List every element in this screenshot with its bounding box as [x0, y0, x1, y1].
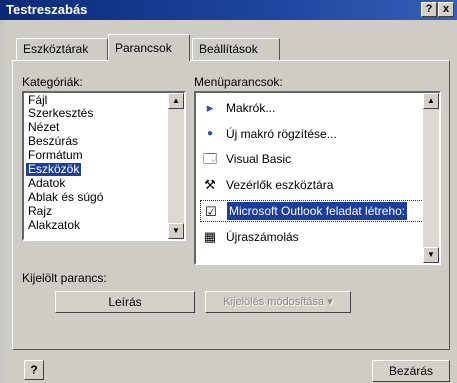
commands-label: Menüparancsok: [194, 75, 283, 89]
tab-options-label: Beállítások [199, 42, 258, 56]
tab-commands-label: Parancsok [115, 41, 172, 55]
category-item[interactable]: Szerkesztés [26, 107, 95, 120]
record-dot-icon: ● [206, 128, 214, 139]
checkbox-icon: ☑ [205, 204, 217, 219]
categories-label: Kategóriák: [22, 75, 83, 89]
description-button[interactable]: Leírás [55, 291, 195, 313]
commands-panel: Kategóriák: Fájl Szerkesztés Nézet Beszú… [12, 60, 450, 350]
command-label: Új makró rögzítése... [226, 127, 337, 141]
tab-toolbars-label: Eszköztárak [23, 42, 89, 56]
window-title: Testreszabás [6, 2, 88, 17]
category-item[interactable]: Adatok [26, 177, 67, 190]
selected-command-label: Kijelölt parancs: [22, 271, 107, 285]
commands-scrollbar[interactable]: ▲ ▼ [423, 93, 439, 263]
scroll-up-icon[interactable]: ▲ [168, 93, 184, 109]
category-item[interactable]: Nézet [26, 121, 61, 134]
categories-listbox[interactable]: Fájl Szerkesztés Nézet Beszúrás Formátum… [22, 91, 186, 241]
tab-toolbars[interactable]: Eszköztárak [16, 38, 108, 60]
calculator-icon: ▦ [203, 229, 217, 244]
command-label: Újraszámolás [226, 230, 299, 244]
tab-commands[interactable]: Parancsok [108, 34, 190, 61]
tools-icon: ⚒ [204, 177, 216, 192]
title-bar: Testreszabás ? x [0, 0, 457, 20]
modify-selection-button[interactable]: Kijelölés módosítása ▾ [205, 291, 351, 313]
category-item-selected[interactable]: Eszközök [26, 163, 82, 176]
category-item[interactable]: Beszúrás [26, 135, 80, 148]
category-item[interactable]: Ablak és súgó [26, 191, 105, 204]
scroll-down-icon[interactable]: ▼ [423, 247, 439, 263]
scroll-down-icon[interactable]: ▼ [168, 223, 184, 239]
category-item[interactable]: Rajz [26, 205, 54, 218]
command-label: Vezérlők eszköztára [226, 178, 334, 192]
command-item-selected[interactable]: ☑ Microsoft Outlook feladat létreho: [200, 200, 424, 222]
category-item[interactable]: Alakzatok [26, 219, 82, 232]
categories-scrollbar[interactable]: ▲ ▼ [168, 93, 184, 239]
arrow-right-icon: ▸ [206, 100, 214, 115]
customize-dialog: Eszköztárak Parancsok Beállítások Kategó… [4, 20, 457, 383]
close-button[interactable]: Bezárás [372, 360, 450, 382]
command-label: Microsoft Outlook feladat létreho: [227, 202, 408, 220]
help-icon[interactable]: ? [24, 360, 44, 380]
tab-options[interactable]: Beállítások [192, 38, 280, 60]
command-label: Makrók... [226, 101, 276, 115]
command-label: Visual Basic [226, 152, 292, 166]
visual-basic-icon: 🗔 [202, 151, 218, 166]
help-title-button[interactable]: ? [421, 2, 437, 17]
category-item[interactable]: Formátum [26, 149, 85, 162]
close-title-button[interactable]: x [438, 2, 454, 17]
scroll-up-icon[interactable]: ▲ [423, 93, 439, 109]
commands-listbox[interactable]: ▸ Makrók... ● Új makró rögzítése... 🗔 Vi… [194, 91, 441, 265]
